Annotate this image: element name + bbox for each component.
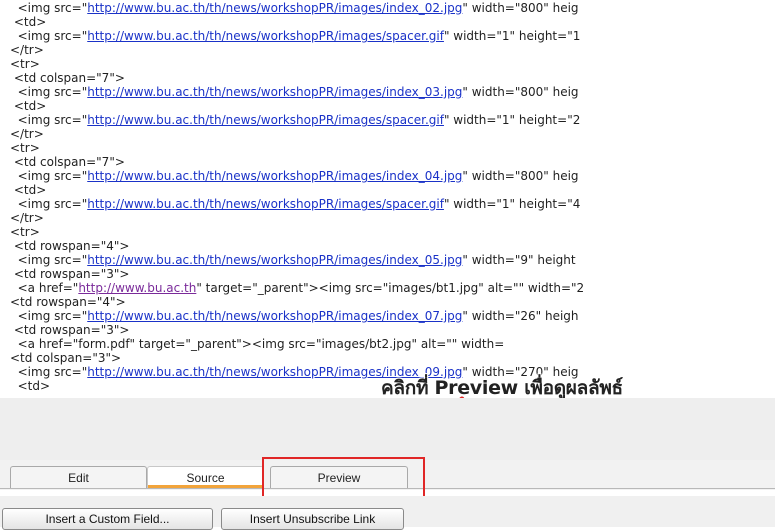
source-line: <img src="http://www.bu.ac.th/th/news/wo…	[10, 1, 579, 15]
source-line-text: " width="800" heig	[462, 169, 579, 183]
source-line: </tr>	[10, 43, 44, 57]
tab-source-label: Source	[186, 470, 225, 485]
source-line-text: <img src="	[10, 169, 88, 183]
source-line-text: <img src="	[10, 309, 88, 323]
source-line: </tr>	[10, 211, 44, 225]
source-line-text: <td rowspan="4">	[10, 295, 126, 309]
source-line-text: " width="26" heigh	[462, 309, 579, 323]
source-line-text: <tr>	[10, 57, 40, 71]
source-line-text: " width="1" height="1	[443, 29, 581, 43]
insert-unsubscribe-link-label: Insert Unsubscribe Link	[249, 512, 376, 526]
source-line-text: <td>	[10, 379, 51, 393]
source-line-text: <a href="form.pdf" target="_parent"><img…	[10, 337, 505, 351]
source-line: </tr>	[10, 127, 44, 141]
source-line-text: " width="1" height="4	[443, 197, 581, 211]
source-line-text: <tr>	[10, 141, 40, 155]
source-line: <td rowspan="3">	[10, 267, 130, 281]
source-url-link[interactable]: http://www.bu.ac.th/th/news/workshopPR/i…	[87, 85, 462, 99]
source-url-link[interactable]: http://www.bu.ac.th/th/news/workshopPR/i…	[87, 197, 444, 211]
source-line-text: <img src="	[10, 85, 88, 99]
source-line: <img src="http://www.bu.ac.th/th/news/wo…	[10, 29, 581, 43]
source-line-text: <tr>	[10, 225, 40, 239]
tab-bar-divider	[0, 488, 775, 489]
source-url-link[interactable]: http://www.bu.ac.th/th/news/workshopPR/i…	[87, 309, 462, 323]
tab-edit[interactable]: Edit	[10, 466, 147, 488]
source-line-text: </tr>	[10, 127, 44, 141]
source-line-text: <td colspan="7">	[10, 71, 125, 85]
source-line: <td colspan="3">	[10, 351, 121, 365]
source-line: <img src="http://www.bu.ac.th/th/news/wo…	[10, 169, 579, 183]
source-line: <td rowspan="4">	[10, 239, 130, 253]
source-line-text: " width="800" heig	[462, 85, 579, 99]
source-url-link[interactable]: http://www.bu.ac.th/th/news/workshopPR/i…	[87, 169, 462, 183]
source-line: <td colspan="7">	[10, 71, 125, 85]
source-line-text: " target="_parent"><img src="images/bt1.…	[196, 281, 585, 295]
source-line: <a href="http://www.bu.ac.th" target="_p…	[10, 281, 585, 295]
source-line-text: </tr>	[10, 211, 44, 225]
source-line-text: <td>	[10, 183, 47, 197]
source-line: <tr>	[10, 225, 40, 239]
source-line-text: <td rowspan="3">	[10, 323, 130, 337]
source-line-text: <img src="	[10, 113, 88, 127]
source-url-link[interactable]: http://www.bu.ac.th/th/news/workshopPR/i…	[87, 253, 462, 267]
source-line: <tr>	[10, 141, 40, 155]
source-line: <td>	[10, 15, 46, 29]
source-line-text: <td rowspan="4">	[10, 239, 130, 253]
source-line-text: <td colspan="3">	[10, 351, 122, 365]
source-line-text: <img src="	[10, 1, 88, 15]
source-url-link[interactable]: http://www.bu.ac.th/th/news/workshopPR/i…	[87, 29, 444, 43]
source-line: <td rowspan="4">	[10, 295, 126, 309]
source-line: <img src="http://www.bu.ac.th/th/news/wo…	[10, 309, 579, 323]
source-line: <td>	[10, 379, 50, 393]
source-line-text: <img src="	[10, 29, 88, 43]
source-line: <img src="http://www.bu.ac.th/th/news/wo…	[10, 85, 579, 99]
source-line: <a href="form.pdf" target="_parent"><img…	[10, 337, 505, 351]
source-line-text: " width="800" heig	[462, 1, 579, 15]
tab-source[interactable]: Source	[147, 466, 264, 488]
source-line: <td>	[10, 183, 46, 197]
source-line-text: <td>	[10, 15, 47, 29]
source-line-text: <td>	[10, 99, 47, 113]
source-line-text: </tr>	[10, 43, 44, 57]
source-url-link[interactable]: http://www.bu.ac.th	[78, 281, 196, 295]
source-line-text: <img src="	[10, 365, 88, 379]
html-source-view[interactable]: <img src="http://www.bu.ac.th/th/news/wo…	[10, 0, 775, 398]
source-line-text: " width="1" height="2	[443, 113, 581, 127]
tab-edit-label: Edit	[68, 470, 89, 485]
source-line-text: <td colspan="7">	[10, 155, 125, 169]
tab-preview-label: Preview	[317, 470, 361, 485]
source-line: <td colspan="7">	[10, 155, 125, 169]
editor-footer-space	[0, 398, 775, 460]
source-line: <tr>	[10, 57, 40, 71]
source-line: <img src="http://www.bu.ac.th/th/news/wo…	[10, 113, 581, 127]
source-line-text: <td rowspan="3">	[10, 267, 130, 281]
source-url-link[interactable]: http://www.bu.ac.th/th/news/workshopPR/i…	[87, 1, 462, 15]
source-line-text: <img src="	[10, 253, 88, 267]
source-url-link[interactable]: http://www.bu.ac.th/th/news/workshopPR/i…	[87, 113, 444, 127]
source-line: <td>	[10, 99, 46, 113]
source-line-text: <img src="	[10, 197, 88, 211]
insert-custom-field-label: Insert a Custom Field...	[45, 512, 170, 526]
source-line: <td rowspan="3">	[10, 323, 130, 337]
source-line: <img src="http://www.bu.ac.th/th/news/wo…	[10, 253, 576, 267]
source-line: <img src="http://www.bu.ac.th/th/news/wo…	[10, 197, 581, 211]
source-line-text: <a href="	[10, 281, 79, 295]
tab-preview[interactable]: Preview	[270, 466, 408, 488]
source-line-text: " width="9" height	[462, 253, 576, 267]
